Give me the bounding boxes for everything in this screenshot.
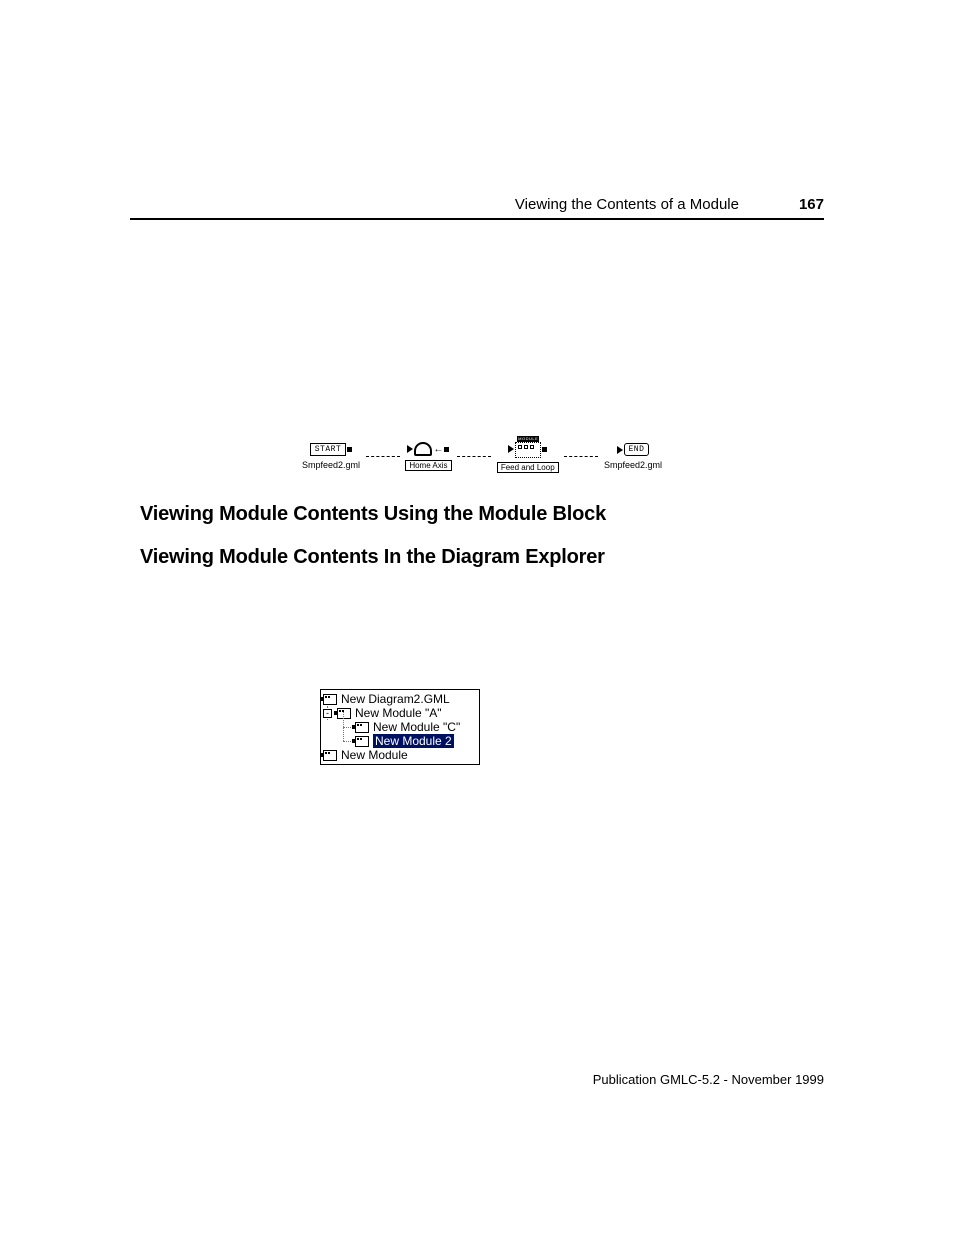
diagram-explorer-tree: New Diagram2.GML - New Module "A" New Mo… (320, 689, 480, 765)
publication-footer: Publication GMLC-5.2 - November 1999 (593, 1072, 824, 1087)
tree-item-new-module[interactable]: New Module (323, 748, 477, 762)
page-number: 167 (799, 196, 824, 213)
end-caption: Smpfeed2.gml (604, 460, 662, 470)
connector (564, 456, 598, 457)
tree-label: New Module "A" (355, 706, 442, 720)
dash-icon (564, 456, 598, 457)
dash-icon (457, 456, 491, 457)
module-tree-icon (323, 694, 337, 705)
module-tree-icon (355, 736, 369, 747)
module-tree-icon (323, 750, 337, 761)
end-box: END (624, 443, 650, 456)
arrow-right-icon (508, 445, 514, 453)
module-block-diagram: START Smpfeed2.gml ← Home Axis (302, 440, 662, 473)
connector-square-icon (542, 447, 547, 452)
heading-diagram-explorer: Viewing Module Contents In the Diagram E… (140, 546, 824, 569)
start-caption: Smpfeed2.gml (302, 460, 360, 470)
connector-square-icon (444, 447, 449, 452)
module-caption: Feed and Loop (497, 462, 559, 473)
arrow-right-icon (407, 445, 413, 453)
tree-item-root[interactable]: New Diagram2.GML (323, 692, 477, 706)
end-icon-group: END (617, 443, 650, 456)
module-tree-icon (355, 722, 369, 733)
module-icon-group: MODULE (508, 440, 547, 458)
header-rule (130, 218, 824, 220)
dash-icon (366, 456, 400, 457)
heading-module-block: Viewing Module Contents Using the Module… (140, 503, 824, 526)
start-box: START (310, 443, 347, 456)
tree-label: New Diagram2.GML (341, 692, 450, 706)
connector (457, 456, 491, 457)
arrow-right-icon (617, 446, 623, 454)
header-section-title: Viewing the Contents of a Module (515, 196, 739, 213)
content-area: START Smpfeed2.gml ← Home Axis (140, 240, 824, 765)
node-end: END Smpfeed2.gml (604, 443, 662, 470)
collapse-icon[interactable]: - (323, 709, 332, 718)
node-module: MODULE Feed and Loop (497, 440, 559, 473)
running-header: Viewing the Contents of a Module 167 (130, 196, 824, 213)
tree-item-module-a[interactable]: - New Module "A" (323, 706, 477, 720)
home-caption: Home Axis (405, 460, 451, 471)
node-home-axis: ← Home Axis (405, 442, 451, 471)
module-icon: MODULE (515, 440, 541, 458)
module-tree-icon (337, 708, 351, 719)
node-start: START Smpfeed2.gml (302, 443, 360, 470)
flow-row: START Smpfeed2.gml ← Home Axis (302, 440, 662, 473)
tree-label-selected: New Module 2 (373, 734, 454, 748)
return-arrow-icon: ← (433, 444, 443, 455)
tree-item-module-2-selected[interactable]: New Module 2 (323, 734, 477, 748)
tree-label: New Module "C" (373, 720, 460, 734)
home-icon-group: ← (407, 442, 449, 456)
page: Viewing the Contents of a Module 167 STA… (0, 0, 954, 1235)
start-icon: START (310, 443, 353, 456)
home-icon (414, 442, 432, 456)
tree-label: New Module (341, 748, 408, 762)
connector (366, 456, 400, 457)
connector-square-icon (347, 447, 352, 452)
tree-item-module-c[interactable]: New Module "C" (323, 720, 477, 734)
